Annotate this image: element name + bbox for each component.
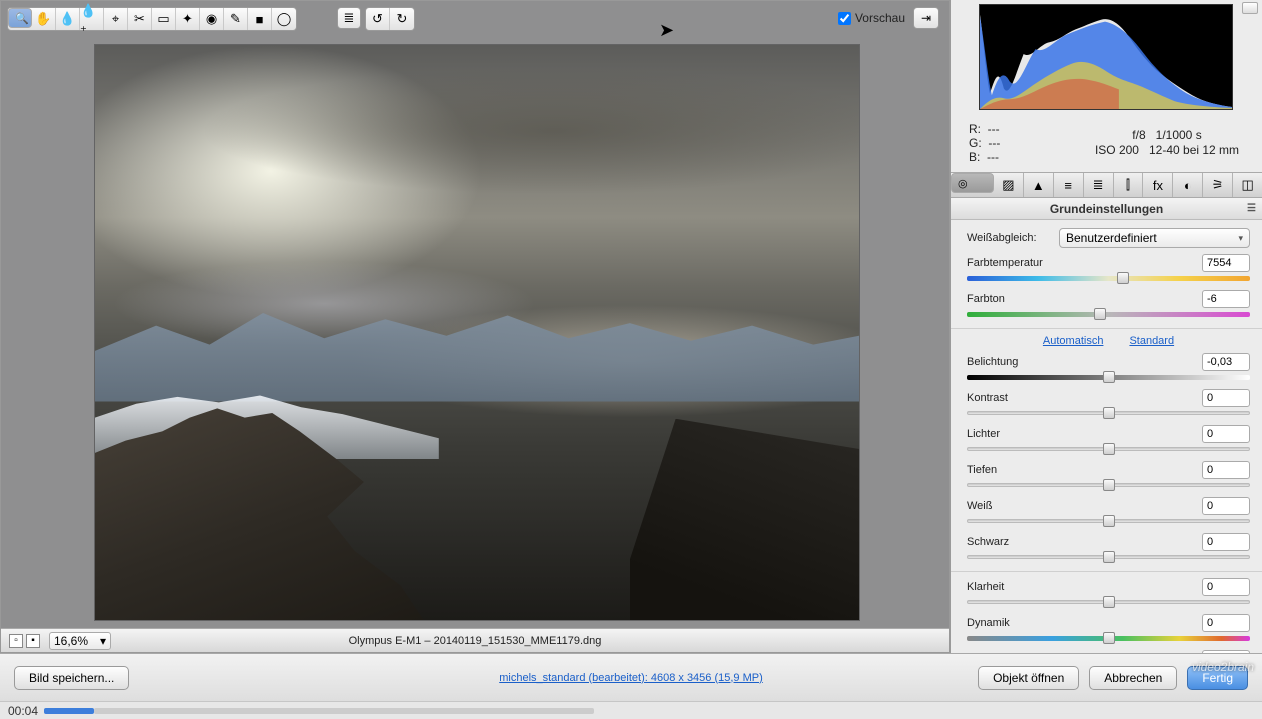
progress-track [94,708,594,714]
slider-kontrast: Kontrast [967,389,1250,419]
progress-fill [44,708,94,714]
slider-klarheit: Klarheit [967,578,1250,608]
panel-title: Grundeinstellungen ☰ [951,198,1262,220]
lichter-input[interactable] [1202,425,1250,443]
panel-menu-icon[interactable]: ☰ [1247,203,1256,214]
dynamik-input[interactable] [1202,614,1250,632]
tint-thumb[interactable] [1094,308,1106,320]
cancel-button[interactable]: Abbrechen [1089,666,1177,690]
slider-dynamik: Dynamik [967,614,1250,644]
default-link[interactable]: Standard [1129,335,1174,347]
side-panel: R: --- G: --- B: --- f/8 1/1000 s ISO 20… [950,0,1262,653]
wb-select[interactable]: Benutzerdefiniert ▾ [1059,228,1250,248]
schwarz-thumb[interactable] [1103,551,1115,563]
temp-input[interactable] [1202,254,1250,272]
histogram[interactable] [979,4,1233,110]
panel-tab-2[interactable]: ▲ [1024,173,1054,197]
status-time: 00:04 [8,704,38,718]
chevron-down-icon: ▾ [100,634,106,648]
canvas-bottom-bar: ▫ ▪ 16,6% ▾ Olympus E-M1 – 20140119_1515… [1,628,949,652]
rotate-ccw-icon[interactable]: ↺ [366,8,390,30]
fit-window-icon[interactable]: ▫ [9,634,23,648]
histogram-section [951,0,1262,118]
zoom-value: 16,6% [54,634,88,648]
schwarz-input[interactable] [1202,533,1250,551]
target-wb-tool-icon[interactable]: ⌖ [104,8,128,30]
auto-link[interactable]: Automatisch [1043,335,1104,347]
belichtung-input[interactable] [1202,353,1250,371]
slider-weiß: Weiß [967,497,1250,527]
straighten-tool-icon[interactable]: ▭ [152,8,176,30]
spot-tool-icon[interactable]: ✦ [176,8,200,30]
grad-rect-tool-icon[interactable]: ■ [248,8,272,30]
exif-readout: f/8 1/1000 s ISO 200 12-40 bei 12 mm [1082,128,1252,158]
status-bar: 00:04 [0,701,1262,719]
tint-input[interactable] [1202,290,1250,308]
wb-label: Weißabgleich: [967,232,1059,244]
panel-tab-3[interactable]: ≡ [1054,173,1084,197]
toggle-panels-button[interactable]: ⇥ [913,7,939,29]
redeye-tool-icon[interactable]: ◉ [200,8,224,30]
brush-tool-icon[interactable]: ✎ [224,8,248,30]
weiß-input[interactable] [1202,497,1250,515]
image-preview[interactable] [95,45,859,620]
panel-tabs: ◎▨▲≡≣⫿fx◐⚞◫ [951,172,1262,198]
preview-label: Vorschau [855,11,905,25]
hand-tool-icon[interactable]: ✋ [32,8,56,30]
footer-bar: Bild speichern... michels_standard (bear… [0,653,1262,701]
crop-tool-icon[interactable]: ✂ [128,8,152,30]
fit-100-icon[interactable]: ▪ [26,634,40,648]
eyedropper-tool-icon[interactable]: 💧 [56,8,80,30]
histogram-toggle-icon[interactable] [1242,2,1258,14]
done-button[interactable]: Fertig [1187,666,1248,690]
file-name-label: Olympus E-M1 – 20140119_151530_MME1179.d… [349,635,602,647]
kontrast-thumb[interactable] [1103,407,1115,419]
belichtung-thumb[interactable] [1103,371,1115,383]
panel-tab-4[interactable]: ≣ [1084,173,1114,197]
panel-tab-5[interactable]: ⫿ [1114,173,1144,197]
slider-schwarz: Schwarz [967,533,1250,563]
slider-belichtung: Belichtung [967,353,1250,383]
panel-tab-9[interactable]: ◫ [1233,173,1262,197]
panel-tab-6[interactable]: fx [1143,173,1173,197]
panel-tab-0[interactable]: ◎ [951,173,994,193]
temp-slider: Farbtemperatur [967,254,1250,284]
rotate-cw-icon[interactable]: ↻ [390,8,414,30]
slider-tiefen: Tiefen [967,461,1250,491]
chevron-updown-icon: ▾ [1238,233,1243,244]
prefs-icon[interactable]: ≣ [337,7,361,29]
tiefen-input[interactable] [1202,461,1250,479]
tint-slider: Farbton [967,290,1250,320]
workflow-preset-link[interactable]: michels_standard (bearbeitet): 4608 x 34… [499,672,763,684]
grad-oval-tool-icon[interactable]: ◯ [272,8,296,30]
open-object-button[interactable]: Objekt öffnen [978,666,1079,690]
kontrast-input[interactable] [1202,389,1250,407]
panel-tab-8[interactable]: ⚞ [1203,173,1233,197]
lichter-thumb[interactable] [1103,443,1115,455]
preview-checkbox[interactable] [838,12,851,25]
basic-panel: Weißabgleich: Benutzerdefiniert ▾ Farbte… [951,220,1262,686]
rgb-readout: R: --- G: --- B: --- [969,122,1000,164]
zoom-select[interactable]: 16,6% ▾ [49,632,111,650]
weiß-thumb[interactable] [1103,515,1115,527]
main-canvas-area: 🔍✋💧💧₊⌖✂▭✦◉✎■◯ ≣ ↺ ↻ Vorschau ⇥ ▫ ▪ 16,6%… [0,0,950,653]
panel-tab-1[interactable]: ▨ [994,173,1024,197]
klarheit-input[interactable] [1202,578,1250,596]
tiefen-thumb[interactable] [1103,479,1115,491]
rotate-group: ↺ ↻ [365,7,415,31]
eyedropper-plus-tool-icon[interactable]: 💧₊ [80,8,104,30]
slider-lichter: Lichter [967,425,1250,455]
temp-thumb[interactable] [1117,272,1129,284]
preview-checkbox-label[interactable]: Vorschau [838,11,905,25]
zoom-tool-icon[interactable]: 🔍 [8,8,32,28]
panel-tab-7[interactable]: ◐ [1173,173,1203,197]
save-image-button[interactable]: Bild speichern... [14,666,129,690]
info-row: R: --- G: --- B: --- f/8 1/1000 s ISO 20… [951,118,1262,172]
klarheit-thumb[interactable] [1103,596,1115,608]
dynamik-thumb[interactable] [1103,632,1115,644]
tool-toolbar: 🔍✋💧💧₊⌖✂▭✦◉✎■◯ [7,7,297,31]
